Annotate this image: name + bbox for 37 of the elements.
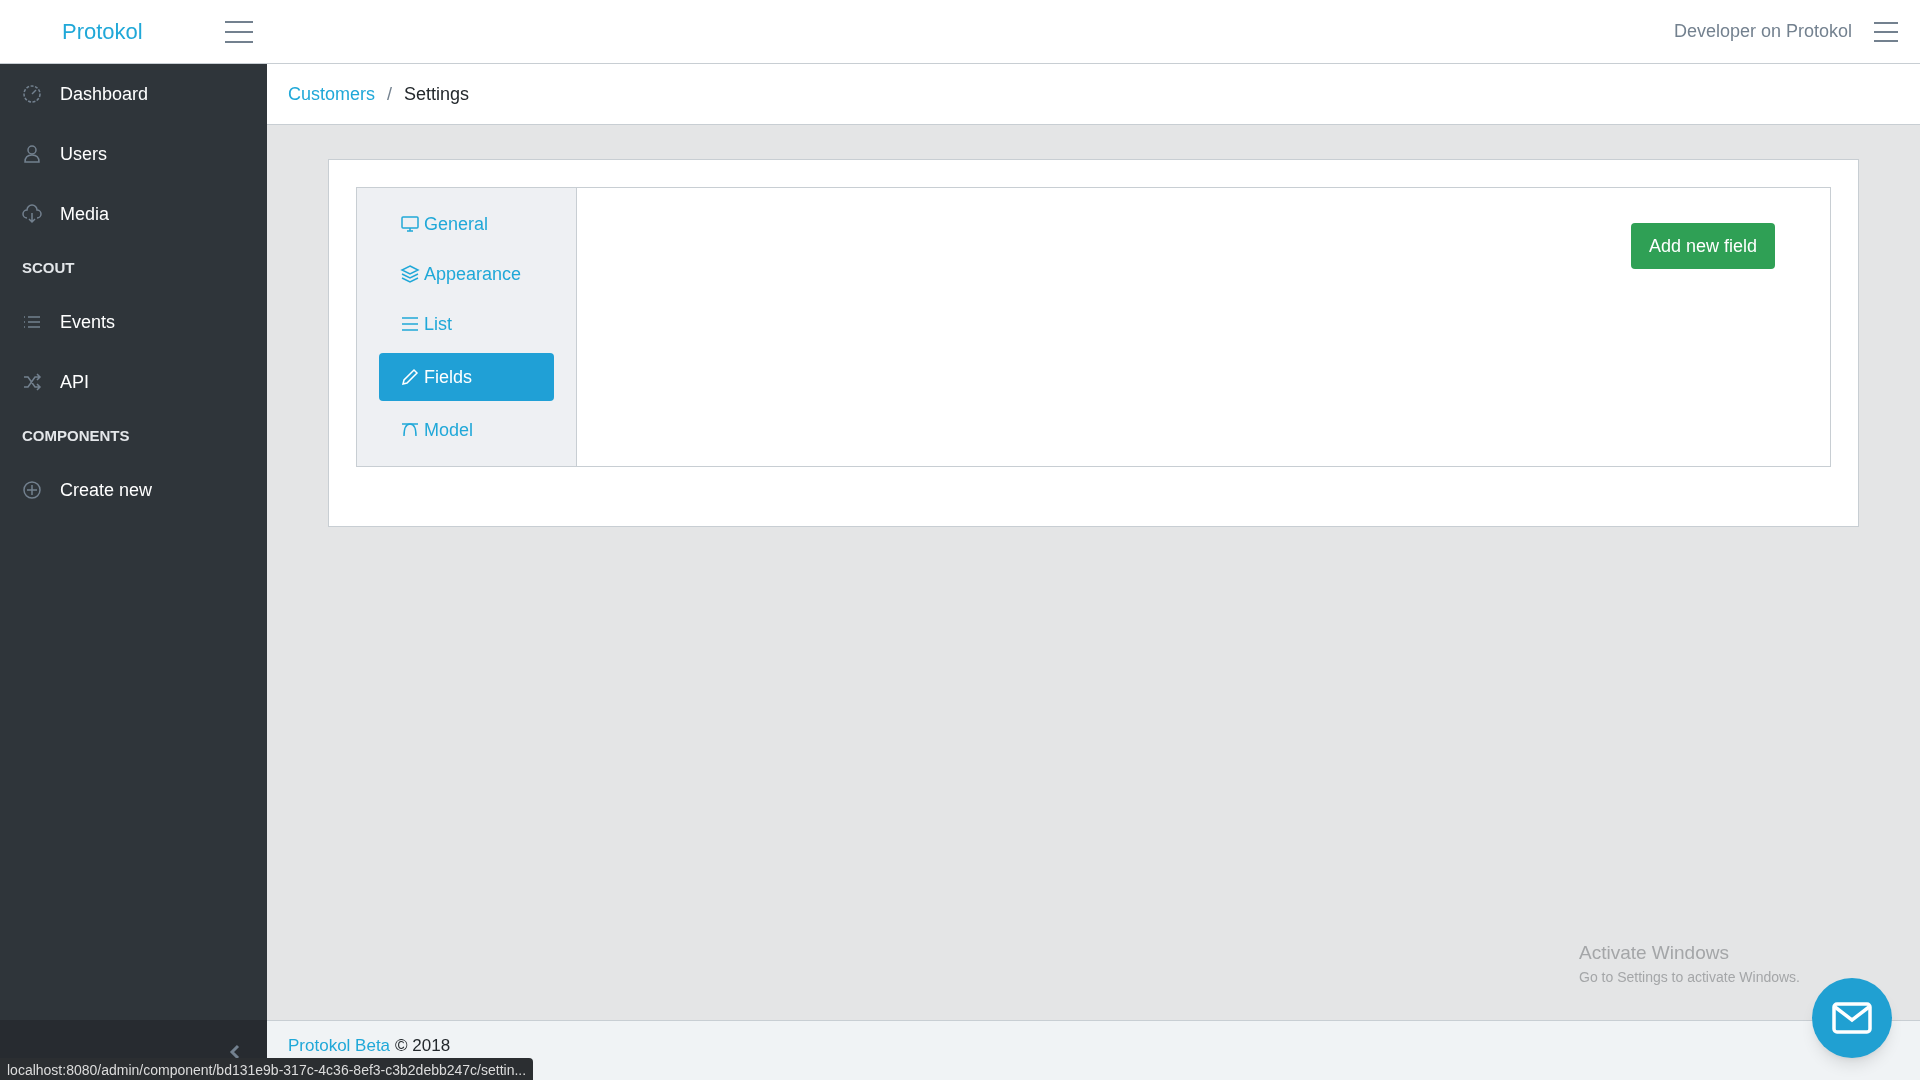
sidebar-item[interactable]: Users xyxy=(0,124,267,184)
monitor-icon xyxy=(400,214,420,234)
activation-title: Activate Windows xyxy=(1579,940,1730,965)
gauge-icon xyxy=(22,84,42,104)
sidebar-item[interactable]: API xyxy=(0,352,267,412)
footer-link[interactable]: Protokol Beta xyxy=(288,1033,391,1059)
mail-icon xyxy=(1832,1002,1872,1034)
breadcrumb-link[interactable]: Customers xyxy=(288,80,376,108)
shuffle-icon xyxy=(22,372,42,392)
layers-icon xyxy=(400,264,420,284)
cloud-download-icon xyxy=(22,204,42,224)
sidebar-item[interactable]: Create new xyxy=(0,460,267,520)
plus-circle-icon xyxy=(22,480,42,500)
add-field-button[interactable]: Add new field xyxy=(1630,223,1775,269)
copyright-text: © 2018 xyxy=(395,1035,451,1057)
collapse-chevron-icon[interactable] xyxy=(229,1044,241,1060)
breadcrumb-separator: / xyxy=(387,82,393,106)
breadcrumb-current: Settings xyxy=(404,82,470,106)
sidebar-item[interactable]: Events xyxy=(0,292,267,352)
sidebar-heading: SCOUT xyxy=(21,257,76,278)
status-url-tooltip: localhost:8080/admin/component/bd131e9b-317c-4c36-8ef3-c3b2debb247c/settin... xyxy=(0,1058,534,1080)
sidebar-item[interactable]: Dashboard xyxy=(0,64,267,124)
tab[interactable]: Fields xyxy=(379,353,554,401)
menu-lines-icon xyxy=(400,314,420,334)
menu-icon[interactable] xyxy=(225,20,253,43)
menu-icon[interactable] xyxy=(1874,21,1898,42)
activation-subtitle: Go to Settings to activate Windows. xyxy=(1579,968,1800,987)
user-label[interactable]: Developer on Protokol xyxy=(1673,18,1852,45)
pencil-icon xyxy=(400,367,420,387)
user-icon xyxy=(22,144,42,164)
sidebar-item[interactable]: Media xyxy=(0,184,267,244)
brand-logo[interactable]: Protokol xyxy=(62,15,143,48)
tab[interactable]: List xyxy=(379,303,554,345)
sidebar-heading: COMPONENTS xyxy=(21,425,131,446)
tab[interactable]: General xyxy=(379,203,554,245)
tab[interactable]: Model xyxy=(379,409,554,451)
tab[interactable]: Appearance xyxy=(379,253,554,295)
